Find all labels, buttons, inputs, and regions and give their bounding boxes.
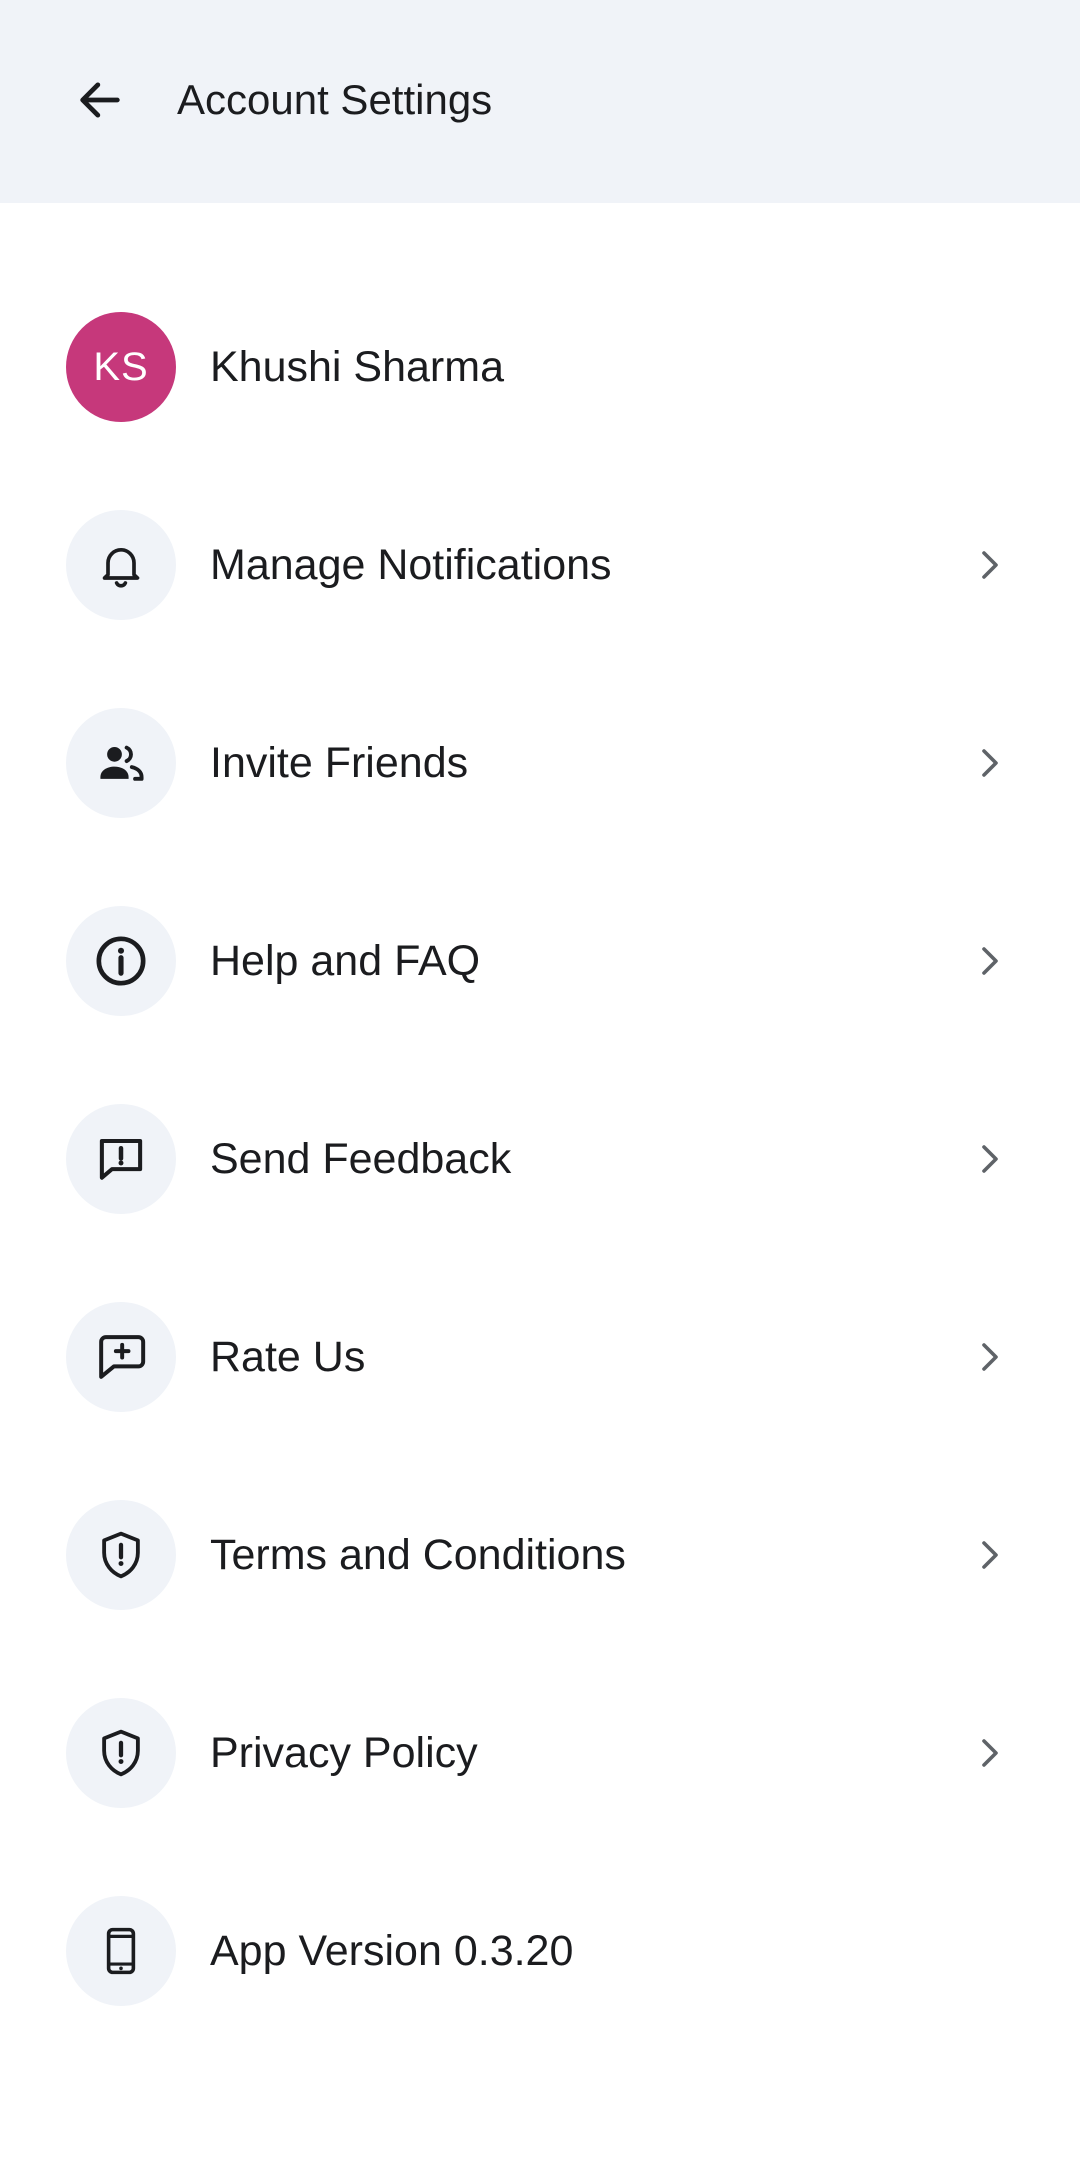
rate-chat-icon	[99, 1335, 146, 1379]
menu-icon-container	[66, 708, 176, 818]
avatar: KS	[66, 312, 176, 422]
menu-item-label: Privacy Policy	[210, 1729, 478, 1777]
menu-icon-container	[66, 510, 176, 620]
app-version-row: App Version 0.3.20	[0, 1866, 1080, 2036]
profile-name: Khushi Sharma	[210, 343, 504, 391]
page-title: Account Settings	[177, 76, 493, 123]
menu-icon-container	[66, 906, 176, 1016]
chevron-right-icon	[975, 1533, 1005, 1577]
people-icon	[100, 745, 144, 781]
menu-item-label: Rate Us	[210, 1333, 366, 1381]
menu-item-label: Invite Friends	[210, 739, 469, 787]
chevron-right-icon	[975, 741, 1005, 785]
menu-item-help-faq[interactable]: Help and FAQ	[0, 876, 1080, 1046]
menu-item-label: Help and FAQ	[210, 937, 481, 985]
back-button[interactable]	[62, 62, 138, 138]
chevron-right-icon	[975, 939, 1005, 983]
chevron-right-icon	[975, 1335, 1005, 1379]
menu-item-label: Manage Notifications	[210, 541, 612, 589]
profile-row[interactable]: KS Khushi Sharma	[0, 282, 1080, 452]
top-app-bar: Account Settings	[0, 0, 1080, 203]
menu-icon-container	[66, 1302, 176, 1412]
chevron-right-icon	[975, 1731, 1005, 1775]
menu-icon-container	[66, 1698, 176, 1808]
feedback-icon	[99, 1138, 143, 1180]
menu-item-manage-notifications[interactable]: Manage Notifications	[0, 480, 1080, 650]
menu-item-label: Terms and Conditions	[210, 1531, 626, 1579]
chevron-right-icon	[975, 543, 1005, 587]
menu-item-rate-us[interactable]: Rate Us	[0, 1272, 1080, 1442]
app-version-label: App Version 0.3.20	[210, 1927, 574, 1975]
menu-item-label: Send Feedback	[210, 1135, 512, 1183]
bell-icon	[102, 548, 140, 588]
arrow-left-icon	[80, 82, 120, 118]
menu-item-terms-conditions[interactable]: Terms and Conditions	[0, 1470, 1080, 1640]
menu-icon-container	[66, 1500, 176, 1610]
menu-item-invite-friends[interactable]: Invite Friends	[0, 678, 1080, 848]
shield-alert-icon	[102, 1531, 140, 1579]
menu-icon-container	[66, 1896, 176, 2006]
chevron-right-icon	[975, 1137, 1005, 1181]
menu-icon-container	[66, 1104, 176, 1214]
info-icon	[96, 936, 146, 986]
phone-icon	[106, 1927, 136, 1975]
shield-alert-icon	[102, 1729, 140, 1777]
menu-item-privacy-policy[interactable]: Privacy Policy	[0, 1668, 1080, 1838]
menu-item-send-feedback[interactable]: Send Feedback	[0, 1074, 1080, 1244]
